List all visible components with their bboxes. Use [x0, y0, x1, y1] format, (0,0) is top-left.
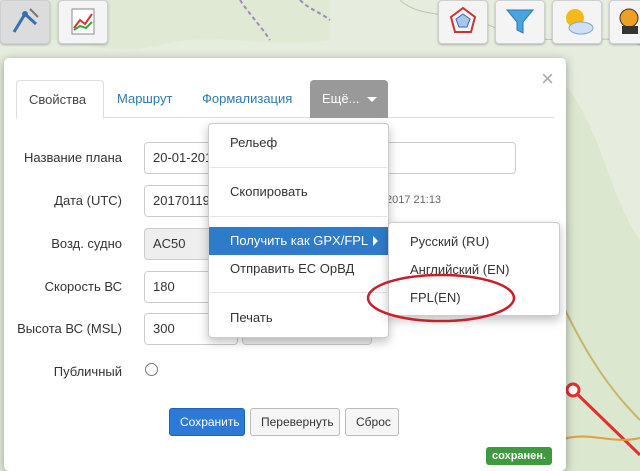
- profile-button[interactable]: [609, 0, 640, 44]
- submenu-item-russian[interactable]: Русский (RU): [389, 228, 559, 256]
- tab-more[interactable]: Ещё...: [310, 80, 388, 118]
- reset-button[interactable]: Сброс: [345, 408, 399, 436]
- tab-properties[interactable]: Свойства: [16, 80, 104, 119]
- dialog-tabs: Свойства Маршрут Формализация Ещё...: [16, 80, 554, 119]
- menu-divider: [210, 167, 387, 168]
- radar-icon: [446, 4, 480, 41]
- plan-name-input-tail[interactable]: [384, 142, 516, 174]
- tab-route[interactable]: Маршрут: [105, 80, 184, 118]
- annotation-ellipse: [366, 273, 516, 323]
- save-button[interactable]: Сохранить: [169, 408, 245, 436]
- menu-item-copy[interactable]: Скопировать: [209, 178, 388, 206]
- date-label: Дата (UTC): [54, 193, 122, 208]
- reverse-button[interactable]: Перевернуть: [250, 408, 340, 436]
- route-tool-icon: [8, 4, 42, 41]
- public-checkbox[interactable]: [145, 363, 158, 376]
- chevron-right-icon: [373, 236, 378, 246]
- aircraft-label: Возд. судно: [51, 236, 122, 251]
- chart-report-button[interactable]: [58, 0, 108, 44]
- radar-button[interactable]: [438, 0, 488, 44]
- plan-name-label: Название плана: [24, 150, 122, 165]
- menu-divider: [210, 292, 387, 293]
- date-hint: 2017 21:13: [386, 194, 442, 206]
- menu-item-print[interactable]: Печать: [209, 304, 388, 332]
- menu-item-get-gpx-fpl[interactable]: Получить как GPX/FPL: [209, 227, 388, 255]
- chart-report-icon: [66, 4, 100, 41]
- profile-icon: [615, 4, 640, 41]
- more-dropdown-menu: Рельеф Скопировать Получить как GPX/FPL …: [208, 123, 389, 338]
- filter-icon: [503, 4, 537, 41]
- menu-divider: [210, 216, 387, 217]
- caret-down-icon: [367, 97, 378, 103]
- menu-item-label: Получить как GPX/FPL: [230, 233, 369, 248]
- weather-button[interactable]: [552, 0, 602, 44]
- route-tool-button[interactable]: [0, 0, 50, 44]
- saved-status-badge: сохранен.: [486, 447, 552, 465]
- weather-icon: [559, 4, 595, 41]
- public-label: Публичный: [53, 364, 122, 379]
- menu-item-send-ats[interactable]: Отправить ЕС ОрВД: [209, 255, 388, 283]
- filter-button[interactable]: [495, 0, 545, 44]
- tab-formalization[interactable]: Формализация: [190, 80, 304, 118]
- altitude-label: Высота ВС (MSL): [17, 321, 122, 336]
- menu-item-relief[interactable]: Рельеф: [209, 129, 388, 157]
- speed-label: Скорость ВС: [44, 279, 122, 294]
